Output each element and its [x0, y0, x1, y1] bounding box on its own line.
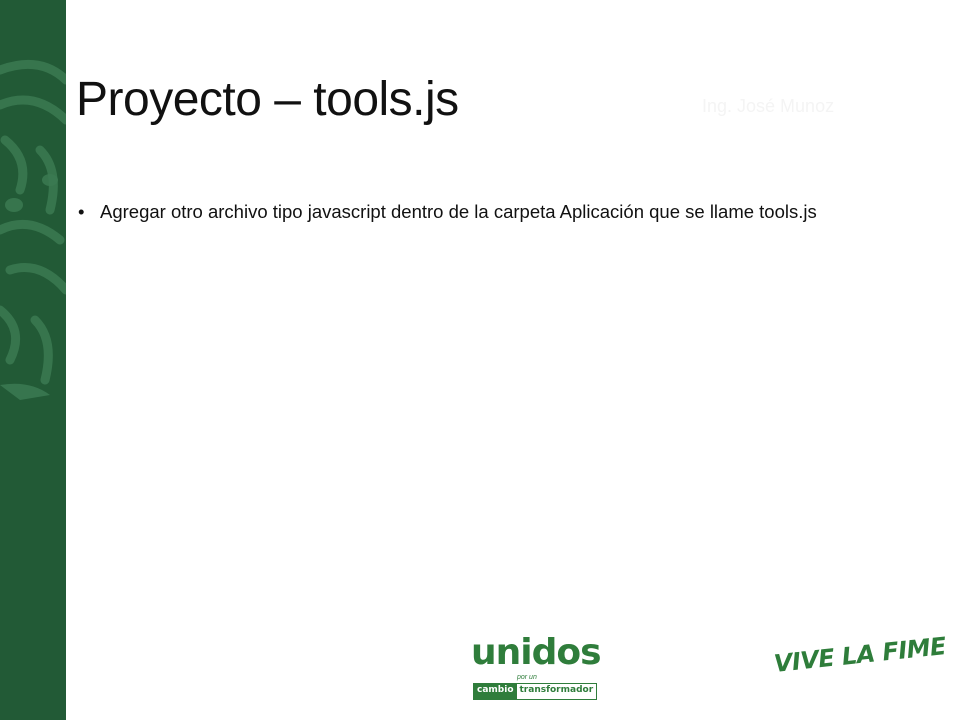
author-watermark: Ing. José Munoz [702, 96, 835, 116]
unidos-logo-word: unidos [471, 632, 602, 673]
unidos-logo: unidos por un cambio transformador [471, 632, 602, 702]
tiger-head-icon [0, 59, 66, 400]
unidos-logo-bar: cambio transformador [473, 683, 598, 700]
slide-title: Proyecto – tools.js [76, 73, 459, 126]
bullet-dot-icon: • [78, 201, 85, 222]
unidos-logo-transformador: transformador [516, 684, 597, 699]
unidos-logo-small: por un [517, 674, 537, 681]
unidos-logo-cambio: cambio [474, 684, 517, 699]
bullet-item: • Agregar otro archivo tipo javascript d… [78, 199, 898, 225]
vive-la-fime-logo: VIVE LA FIME [772, 632, 948, 678]
bullet-text: Agregar otro archivo tipo javascript den… [100, 201, 817, 222]
slide-content: • Agregar otro archivo tipo javascript d… [78, 199, 898, 225]
sidebar-band [0, 0, 66, 720]
